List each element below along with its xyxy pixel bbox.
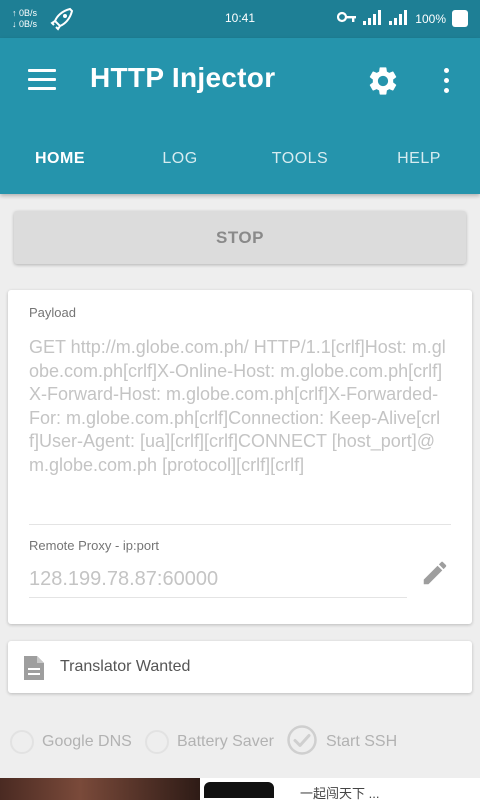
- tab-log[interactable]: LOG: [134, 150, 226, 168]
- vpn-key-icon: [337, 11, 357, 26]
- google-dns-option[interactable]: Google DNS: [10, 722, 132, 762]
- payload-field[interactable]: GET http://m.globe.com.ph/ HTTP/1.1[crlf…: [29, 336, 449, 477]
- start-ssh-option[interactable]: Start SSH: [286, 722, 397, 762]
- battery-saver-label: Battery Saver: [177, 733, 274, 750]
- battery-percent: 100%: [415, 11, 446, 26]
- ad-banner[interactable]: 一起闯天下 ...: [0, 778, 480, 800]
- battery-saver-option[interactable]: Battery Saver: [145, 722, 274, 762]
- menu-button[interactable]: [28, 69, 56, 91]
- options-row: Google DNS Battery Saver Start SSH: [0, 722, 480, 762]
- tab-bar: HOME LOG TOOLS HELP: [0, 142, 480, 182]
- check-circle-icon[interactable]: [286, 724, 318, 761]
- app-bar: HTTP Injector HOME LOG TOOLS HELP: [0, 38, 480, 194]
- pencil-icon: [423, 561, 447, 585]
- remote-proxy-field[interactable]: 128.199.78.87:60000: [29, 568, 218, 591]
- tab-home[interactable]: HOME: [14, 150, 106, 168]
- battery-saver-radio[interactable]: [145, 730, 169, 754]
- settings-button[interactable]: [366, 64, 400, 98]
- hamburger-icon: [28, 69, 56, 72]
- more-vert-icon: [444, 68, 449, 73]
- translator-wanted-label: Translator Wanted: [60, 658, 191, 675]
- tab-help[interactable]: HELP: [373, 150, 465, 168]
- edit-proxy-button[interactable]: [420, 558, 450, 588]
- signal-icon: [363, 9, 383, 28]
- document-icon: [22, 654, 46, 687]
- status-bar: ↑ 0B/s ↓ 0B/s 10:41 100%: [0, 0, 480, 38]
- payload-divider: [29, 524, 451, 525]
- gear-icon: [369, 67, 397, 95]
- battery-icon: [452, 10, 468, 27]
- hamburger-icon-bar: [28, 78, 56, 81]
- proxy-divider: [29, 597, 407, 598]
- app-title: HTTP Injector: [90, 62, 276, 93]
- signal-icon-2: [389, 9, 409, 28]
- translator-wanted-card[interactable]: Translator Wanted: [8, 641, 472, 693]
- tab-tools[interactable]: TOOLS: [254, 150, 346, 168]
- ad-image: [0, 778, 200, 800]
- hamburger-icon-bar: [28, 87, 56, 90]
- ad-app-logo: [202, 780, 276, 800]
- ad-text: 一起闯天下 ...: [300, 786, 380, 800]
- status-icons: 100%: [337, 9, 468, 28]
- remote-proxy-label: Remote Proxy - ip:port: [29, 538, 160, 553]
- google-dns-radio[interactable]: [10, 730, 34, 754]
- config-card: Payload GET http://m.globe.com.ph/ HTTP/…: [8, 290, 472, 624]
- more-vert-icon-dot: [444, 78, 449, 83]
- stop-button[interactable]: STOP: [14, 211, 466, 264]
- start-ssh-label: Start SSH: [326, 733, 398, 750]
- more-vert-icon-dot: [444, 88, 449, 93]
- overflow-menu-button[interactable]: [438, 66, 456, 96]
- payload-label: Payload: [29, 305, 76, 320]
- google-dns-label: Google DNS: [42, 733, 132, 750]
